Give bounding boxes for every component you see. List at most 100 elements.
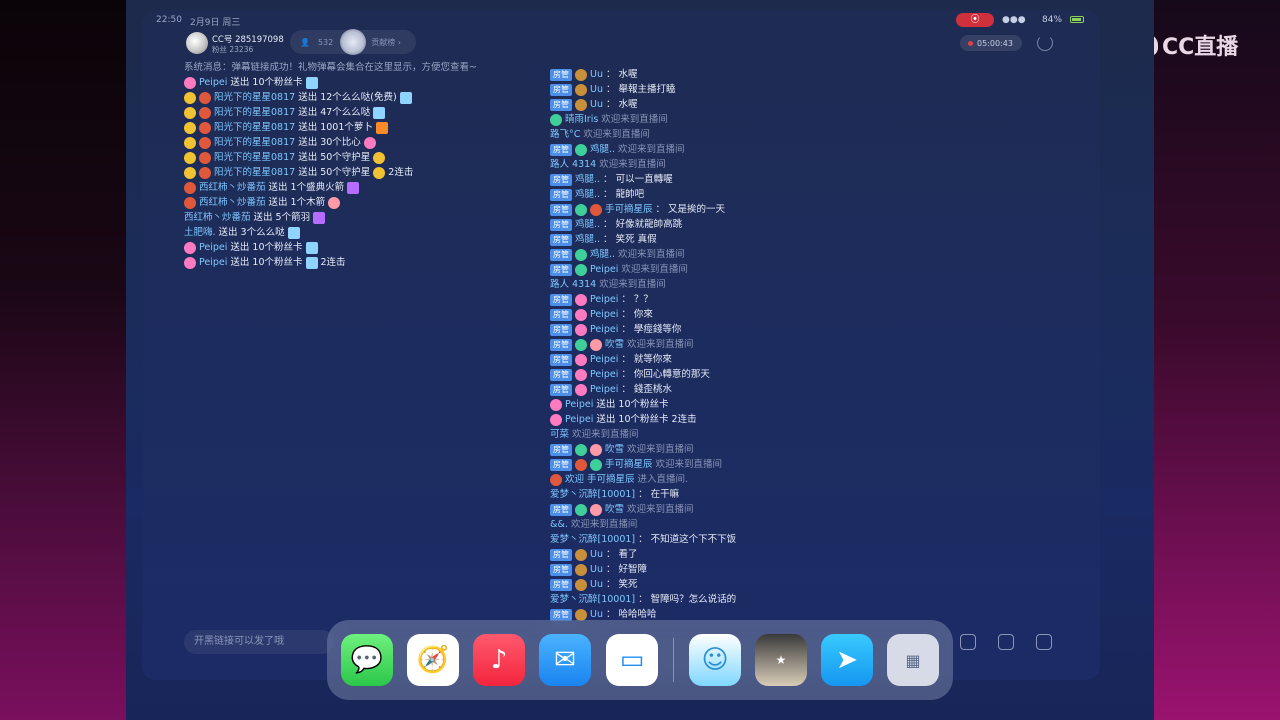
username[interactable]: 阳光下的星星0817: [214, 135, 295, 150]
chat-row: 房管 鸡腿..：可以一直轉喔: [550, 172, 736, 187]
username[interactable]: Uu: [590, 67, 603, 82]
username[interactable]: 阳光下的星星0817: [214, 120, 295, 135]
battery-percent: 84%: [1042, 15, 1063, 25]
user-badge-icon: [184, 166, 196, 179]
username[interactable]: Peipei: [590, 352, 618, 367]
mic-icon[interactable]: [998, 634, 1014, 650]
rank-label[interactable]: 贡献榜 ›: [371, 37, 401, 48]
username[interactable]: 爱梦丶沉醉[10001]: [550, 592, 635, 607]
chat-row: 房管 Peipei 欢迎来到直播间: [550, 262, 736, 277]
username[interactable]: 鸡腿..: [575, 217, 600, 232]
username[interactable]: 阳光下的星星0817: [214, 150, 295, 165]
username[interactable]: 可菜: [550, 427, 569, 442]
username[interactable]: 手可摘星辰: [605, 457, 653, 472]
power-icon[interactable]: [1037, 35, 1053, 51]
username[interactable]: Peipei: [590, 292, 618, 307]
username[interactable]: Uu: [590, 577, 603, 592]
username[interactable]: Uu: [590, 547, 603, 562]
message-text: 欢迎来到直播间: [618, 249, 685, 260]
gift-row: 西红柿丶炒番茄 送出 1个木箭: [184, 195, 477, 210]
username[interactable]: 鸡腿..: [575, 172, 600, 187]
username[interactable]: Peipei: [199, 75, 227, 90]
username[interactable]: 晴雨Iris: [565, 112, 598, 127]
username[interactable]: Peipei: [565, 412, 593, 427]
user-badge-icon: [575, 203, 587, 216]
app-screen: 22:50 2月9日 周三 ⦿ ●●● 84% CC号 285197098 粉丝…: [142, 10, 1100, 680]
gift-row: 阳光下的星星0817 送出 50个守护星: [184, 150, 477, 165]
username[interactable]: 爱梦丶沉醉[10001]: [550, 487, 635, 502]
app-grid-icon: ▦: [905, 650, 921, 670]
username[interactable]: Peipei: [199, 240, 227, 255]
files-app[interactable]: ▭: [606, 634, 658, 686]
username[interactable]: Peipei: [590, 367, 618, 382]
username[interactable]: 爱梦丶沉醉[10001]: [550, 532, 635, 547]
message-text: 欢迎来到直播间: [599, 159, 666, 170]
music-app[interactable]: ♪: [473, 634, 525, 686]
viewer-pill[interactable]: 👤 532 贡献榜 ›: [290, 29, 416, 55]
message-text: 欢迎来到直播间: [570, 519, 638, 530]
username[interactable]: 吹雪: [605, 502, 624, 517]
status-date: 2月9日 周三: [190, 18, 241, 28]
username[interactable]: Peipei: [590, 322, 618, 337]
username[interactable]: 土肥嗨.: [184, 225, 216, 240]
username[interactable]: 鸡腿..: [590, 247, 615, 262]
username[interactable]: Peipei: [590, 382, 618, 397]
user-badge-icon: [575, 383, 587, 396]
username[interactable]: &&.: [550, 517, 568, 532]
username[interactable]: Peipei: [565, 397, 593, 412]
game1-app[interactable]: ☺: [689, 634, 741, 686]
safari-app[interactable]: 🧭: [407, 634, 459, 686]
gift-icon: [373, 166, 386, 179]
username[interactable]: 西红柿丶炒番茄: [199, 180, 266, 195]
user-badge-icon: [184, 196, 196, 209]
username[interactable]: Peipei: [199, 255, 227, 270]
chat-row: 房管 鸡腿..：好像就龍帥高跳: [550, 217, 736, 232]
username[interactable]: 阳光下的星星0817: [214, 90, 295, 105]
gift-action: 送出 50个守护星: [298, 167, 371, 178]
mail-app[interactable]: ✉: [539, 634, 591, 686]
username[interactable]: Uu: [590, 562, 603, 577]
chat-row: 欢迎 手可摘星辰 进入直播间.: [550, 472, 736, 487]
username[interactable]: 路人 4314: [550, 277, 596, 292]
username[interactable]: 路飞°C: [550, 127, 580, 142]
username[interactable]: 欢迎 手可摘星辰: [565, 472, 635, 487]
app-library[interactable]: ▦: [887, 634, 939, 686]
separator: ：: [621, 384, 631, 395]
game2-app[interactable]: ★: [755, 634, 807, 686]
username[interactable]: Peipei: [590, 262, 618, 277]
chat-row: 房管 Peipei：你來: [550, 307, 736, 322]
camera-icon[interactable]: [1036, 634, 1052, 650]
gift-action: 送出 12个么么哒(免费): [298, 92, 397, 103]
message-text: 水喔: [618, 99, 638, 110]
username[interactable]: Uu: [590, 82, 603, 97]
user-badge-icon: [199, 136, 211, 149]
username[interactable]: 吹雪: [605, 337, 624, 352]
avatar[interactable]: [186, 32, 208, 54]
screen-record-indicator[interactable]: ⦿: [956, 13, 994, 27]
username[interactable]: Uu: [590, 97, 603, 112]
gift-icon: [305, 76, 318, 89]
username[interactable]: 阳光下的星星0817: [214, 105, 295, 120]
messages-app[interactable]: 💬: [341, 634, 393, 686]
emoji-icon[interactable]: [960, 634, 976, 650]
username[interactable]: 鸡腿..: [575, 187, 600, 202]
username[interactable]: 鸡腿..: [575, 232, 600, 247]
timer-text: 05:00:43: [977, 38, 1013, 48]
username[interactable]: 西红柿丶炒番茄: [199, 195, 266, 210]
moderator-badge: 房管: [550, 173, 572, 186]
message-text: 好像就龍帥高跳: [615, 219, 683, 230]
username[interactable]: 吹雪: [605, 442, 624, 457]
username[interactable]: 手可摘星辰: [605, 202, 653, 217]
separator: ：: [621, 309, 631, 320]
moderator-badge: 房管: [550, 203, 572, 216]
username[interactable]: 西红柿丶炒番茄: [184, 210, 251, 225]
username[interactable]: 阳光下的星星0817: [214, 165, 295, 180]
username[interactable]: Peipei: [590, 307, 618, 322]
username[interactable]: 路人 4314: [550, 157, 596, 172]
swift-app[interactable]: ➤: [821, 634, 873, 686]
message-text: 水喔: [618, 69, 638, 80]
user-badge-icon: [575, 338, 587, 351]
background-left: [0, 0, 126, 720]
chat-input[interactable]: 开黑链接可以发了哦: [184, 630, 334, 654]
username[interactable]: 鸡腿..: [590, 142, 615, 157]
